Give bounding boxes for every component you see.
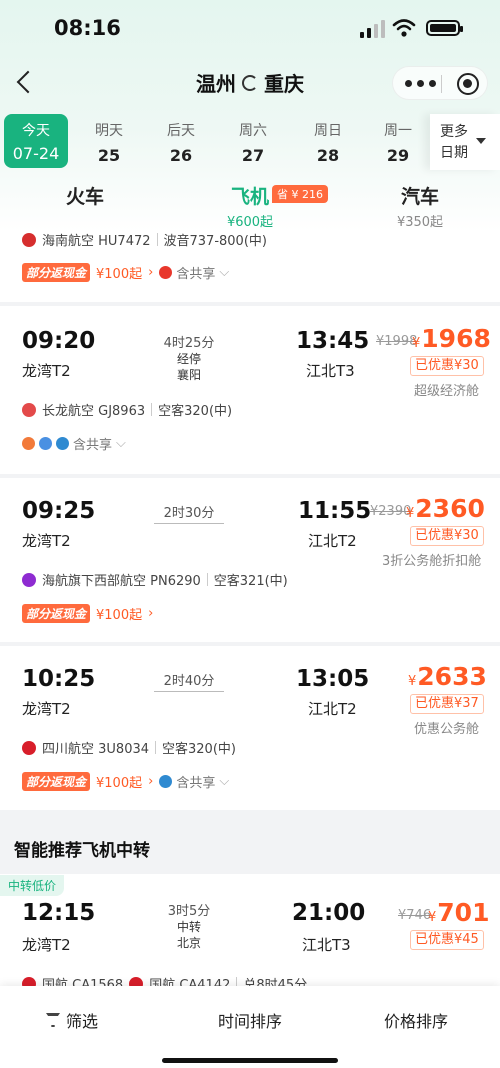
caret-down-icon	[476, 138, 486, 144]
flight-duration: 2时40分	[134, 670, 244, 694]
arr-time: 13:05	[296, 666, 370, 692]
cashback-badge: 部分返现金	[22, 263, 91, 282]
arr-terminal: 江北T2	[308, 532, 357, 550]
filter-icon	[46, 1013, 60, 1027]
more-dates-button[interactable]: 更多 日期	[430, 114, 500, 170]
time-sort-button[interactable]: 时间排序	[218, 1008, 282, 1032]
date-tab-today[interactable]: 今天 07-24	[4, 114, 68, 168]
flight-tags: 部分返现金 ¥100起 › 含共享 ⌵	[22, 263, 229, 282]
airline-logo-icon	[39, 437, 52, 450]
airline-logo-icon	[22, 402, 36, 417]
airline-logo-icon	[159, 775, 173, 788]
date-tab[interactable]: 周日 28	[296, 114, 360, 168]
cashback-badge: 部分返现金	[22, 604, 91, 623]
flight-card[interactable]: 10:25 龙湾T2 2时40分 13:05 江北T2 ¥2633 已优惠¥37…	[0, 646, 500, 810]
chevron-right-icon: ›	[148, 606, 154, 621]
dep-terminal: 龙湾T2	[22, 700, 71, 718]
status-time: 08:16	[54, 16, 121, 40]
filter-button[interactable]: 筛选	[46, 1008, 98, 1032]
nav-bar: 温州 重庆	[0, 58, 500, 106]
share-tag[interactable]: 含共享 ⌵	[159, 263, 229, 282]
flight-tags: 含共享 ⌵	[22, 434, 126, 453]
flight-airline-row: 海航旗下西部航空 PN6290 空客321(中)	[22, 570, 288, 589]
battery-icon	[426, 20, 463, 36]
cashback-badge: 部分返现金	[22, 772, 91, 791]
chevron-right-icon: ›	[148, 265, 154, 280]
transport-mode-tabs: 火车 飞机 ¥600起 汽车 ¥350起	[0, 182, 500, 235]
flight-duration: 4时25分 经停 襄阳	[163, 336, 215, 382]
discount-badge: 已优惠¥37	[410, 694, 484, 714]
transfer-card[interactable]: 12:15 龙湾T2 3时5分 中转 北京 21:00 江北T3 ¥746 ¥7…	[0, 874, 500, 993]
more-icon[interactable]	[405, 80, 436, 87]
flight-airline-row: 长龙航空 GJ8963 空客320(中)	[22, 400, 232, 419]
arr-time: 11:55	[298, 498, 372, 524]
mode-tab-train[interactable]: 火车	[60, 182, 110, 209]
date-tab[interactable]: 后天 26	[149, 114, 213, 168]
airline-logo-icon	[159, 266, 173, 279]
date-tab[interactable]: 周六 27	[221, 114, 285, 168]
cabin-class: 超级经济舱	[414, 384, 480, 399]
share-tag[interactable]: 含共享 ⌵	[159, 772, 229, 791]
bottom-toolbar: 筛选 时间排序 价格排序	[0, 986, 500, 1068]
flight-duration: 2时30分	[134, 502, 244, 526]
transfer-low-price-tag: 中转低价	[0, 875, 65, 896]
price: ¥1968	[412, 324, 491, 353]
flight-airline-row: 海南航空 HU7472 波音737-800(中)	[22, 232, 267, 249]
share-tag[interactable]: 含共享 ⌵	[22, 434, 126, 453]
date-selector: 今天 07-24 明天 25 后天 26 周六 27 周日 28 周一 29 更…	[0, 114, 500, 170]
dep-terminal: 龙湾T2	[22, 532, 71, 550]
dep-time: 09:20	[22, 328, 96, 354]
flight-tags: 部分返现金 ¥100起 › 含共享 ⌵	[22, 772, 229, 791]
destination-city: 重庆	[264, 72, 304, 96]
arr-terminal: 江北T3	[306, 362, 355, 380]
arr-terminal: 江北T2	[308, 700, 357, 718]
airline-logo-icon	[56, 437, 69, 450]
price: ¥2633	[408, 662, 487, 691]
date-tab[interactable]: 周一 29	[366, 114, 430, 168]
cabin-class: 3折公务舱折扣舱	[382, 554, 482, 569]
price: ¥701	[428, 898, 490, 927]
swap-icon[interactable]	[242, 74, 258, 91]
airline-logo-icon	[22, 232, 36, 247]
original-price: ¥746	[398, 908, 432, 923]
origin-city: 温州	[196, 72, 236, 96]
signal-icon	[360, 20, 385, 38]
discount-badge: 已优惠¥45	[410, 930, 484, 950]
dep-terminal: 龙湾T2	[22, 362, 71, 380]
chevron-down-icon: ⌵	[219, 265, 230, 280]
home-indicator	[162, 1058, 338, 1063]
price-sort-button[interactable]: 价格排序	[384, 1008, 448, 1032]
cabin-class: 优惠公务舱	[414, 722, 480, 737]
airline-logo-icon	[22, 572, 36, 587]
arr-terminal: 江北T3	[302, 936, 351, 954]
airline-logo-icon	[22, 437, 35, 450]
airline-logo-icon	[22, 740, 36, 755]
flight-tags: 部分返现金 ¥100起 ›	[22, 604, 153, 623]
dep-terminal: 龙湾T2	[22, 936, 71, 954]
chevron-down-icon: ⌵	[116, 436, 126, 451]
arr-time: 21:00	[292, 900, 366, 926]
dep-time: 10:25	[22, 666, 96, 692]
dep-time: 12:15	[22, 900, 96, 926]
flight-card[interactable]: 09:20 龙湾T2 4时25分 经停 襄阳 13:45 江北T3 ¥1998 …	[0, 306, 500, 474]
mini-program-capsule	[392, 66, 488, 100]
dep-time: 09:25	[22, 498, 96, 524]
flight-duration: 3时5分 中转 北京	[167, 904, 211, 950]
mode-tab-bus[interactable]: 汽车 ¥350起	[380, 182, 460, 230]
flight-airline-row: 四川航空 3U8034 空客320(中)	[22, 738, 236, 757]
discount-badge: 已优惠¥30	[410, 356, 484, 376]
discount-badge: 已优惠¥30	[410, 526, 484, 546]
flight-card-partial[interactable]: 海南航空 HU7472 波音737-800(中) 部分返现金 ¥100起 › 含…	[0, 232, 500, 302]
wifi-icon	[392, 19, 416, 37]
save-badge: 省 ¥ 216	[272, 185, 328, 203]
chevron-down-icon: ⌵	[219, 774, 230, 789]
date-tab[interactable]: 明天 25	[77, 114, 141, 168]
transfer-section-title: 智能推荐飞机中转	[14, 841, 150, 861]
close-target-icon[interactable]	[457, 73, 479, 95]
flight-card[interactable]: 09:25 龙湾T2 2时30分 11:55 江北T2 ¥2390 ¥2360 …	[0, 478, 500, 642]
price: ¥2360	[406, 494, 485, 523]
arr-time: 13:45	[296, 328, 370, 354]
status-bar: 08:16	[0, 0, 500, 58]
chevron-right-icon: ›	[148, 774, 154, 789]
